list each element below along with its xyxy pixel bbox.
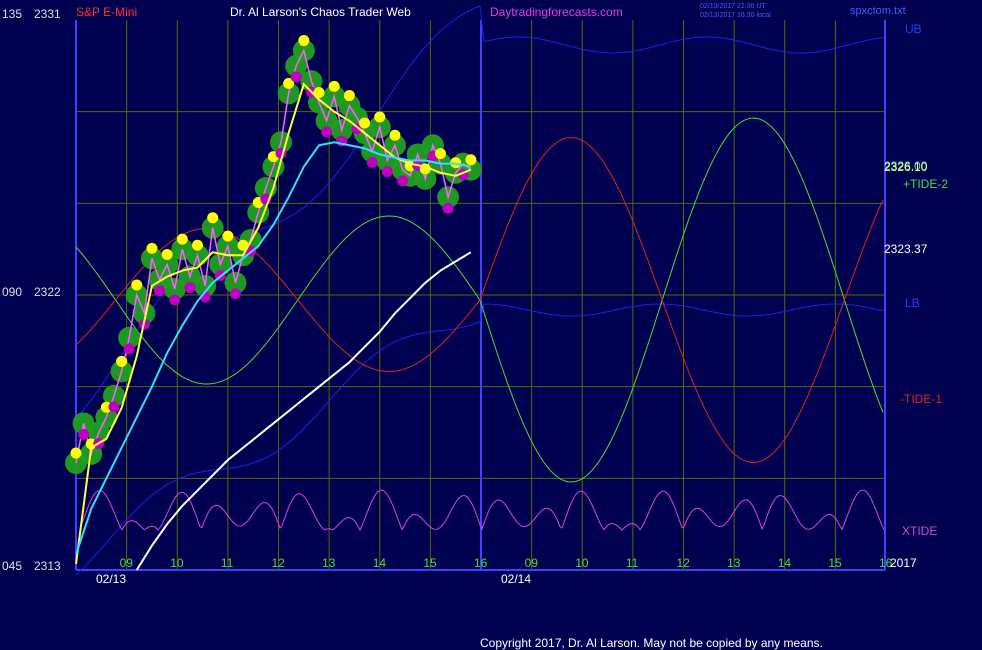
- hour-tick-label: 13: [322, 556, 336, 570]
- angle-tick: 090: [2, 285, 22, 299]
- tide1-label: -TIDE-1: [900, 392, 942, 406]
- hour-tick-label: 09: [525, 556, 539, 570]
- low-marker: [381, 166, 393, 178]
- high-marker: [298, 35, 310, 47]
- high-marker: [70, 447, 82, 459]
- high-marker: [374, 111, 386, 123]
- upper-band-label: UB: [905, 22, 922, 36]
- hour-tick-label: 11: [221, 556, 234, 570]
- timestamp-ut: 02/13/2017 21:30 UT: [700, 3, 766, 10]
- low-marker: [290, 71, 302, 83]
- date-label-day2: 02/14: [501, 572, 531, 586]
- high-marker: [176, 233, 188, 245]
- hour-tick-label: 10: [170, 556, 184, 570]
- hour-tick-label: 14: [778, 556, 792, 570]
- high-marker: [207, 212, 219, 224]
- high-marker: [161, 248, 173, 260]
- site-label: Daytradingforecasts.com: [490, 5, 623, 19]
- hour-tick-label: 12: [272, 556, 286, 570]
- high-marker: [131, 279, 143, 291]
- low-marker: [169, 294, 181, 306]
- copyright-text: Copyright 2017, Dr. Al Larson. May not b…: [480, 636, 823, 650]
- tide2-label: +TIDE-2: [903, 177, 948, 191]
- high-marker: [146, 242, 158, 254]
- low-marker: [442, 202, 454, 214]
- high-marker: [192, 239, 203, 251]
- price-readout: 2326.10: [884, 160, 928, 174]
- high-marker: [222, 230, 234, 242]
- high-marker: [343, 90, 355, 102]
- hour-tick-label: 11: [626, 556, 639, 570]
- low-marker: [154, 285, 166, 297]
- date-label-day1: 02/13: [96, 572, 126, 586]
- symbol-label: S&P E-Mini: [76, 5, 137, 19]
- file-label: spxctom.txt: [850, 5, 906, 17]
- hour-tick-label: 16: [474, 556, 488, 570]
- low-marker: [78, 428, 90, 440]
- price-tick: 2313: [34, 559, 61, 573]
- low-marker: [366, 156, 378, 168]
- high-marker: [328, 80, 340, 92]
- high-marker: [465, 154, 477, 166]
- hour-tick-label: 14: [373, 556, 387, 570]
- lower-band-label: LB: [905, 296, 920, 310]
- hour-tick-label: 09: [120, 556, 134, 570]
- high-marker: [116, 355, 128, 367]
- high-marker: [435, 148, 446, 160]
- hour-tick-label: 15: [423, 556, 437, 570]
- hour-tick-label: 10: [575, 556, 589, 570]
- timestamp-local: 02/13/2017 16:30 local: [700, 12, 771, 19]
- price-tick: 2322: [34, 285, 61, 299]
- high-marker: [359, 117, 371, 129]
- hour-tick-label: 15: [828, 556, 842, 570]
- hour-tick-label: 12: [677, 556, 691, 570]
- low-marker: [184, 282, 196, 294]
- low-marker: [123, 343, 135, 355]
- low-marker: [108, 401, 120, 413]
- price-tick: 2331: [34, 7, 61, 21]
- angle-tick: 135: [2, 7, 22, 21]
- hour-tick-label: 13: [727, 556, 741, 570]
- low-marker: [321, 126, 333, 138]
- angle-tick: 045: [2, 559, 22, 573]
- price-readout: 2323.37: [884, 242, 928, 256]
- low-marker: [229, 288, 241, 300]
- chart-title: Dr. Al Larson's Chaos Trader Web: [230, 5, 411, 19]
- low-marker: [397, 175, 409, 187]
- chaos-trader-chart: S&P E-Mini Dr. Al Larson's Chaos Trader …: [0, 0, 982, 650]
- year-label: 2017: [890, 556, 917, 570]
- high-marker: [389, 129, 401, 141]
- xtide-label: XTIDE: [902, 524, 937, 538]
